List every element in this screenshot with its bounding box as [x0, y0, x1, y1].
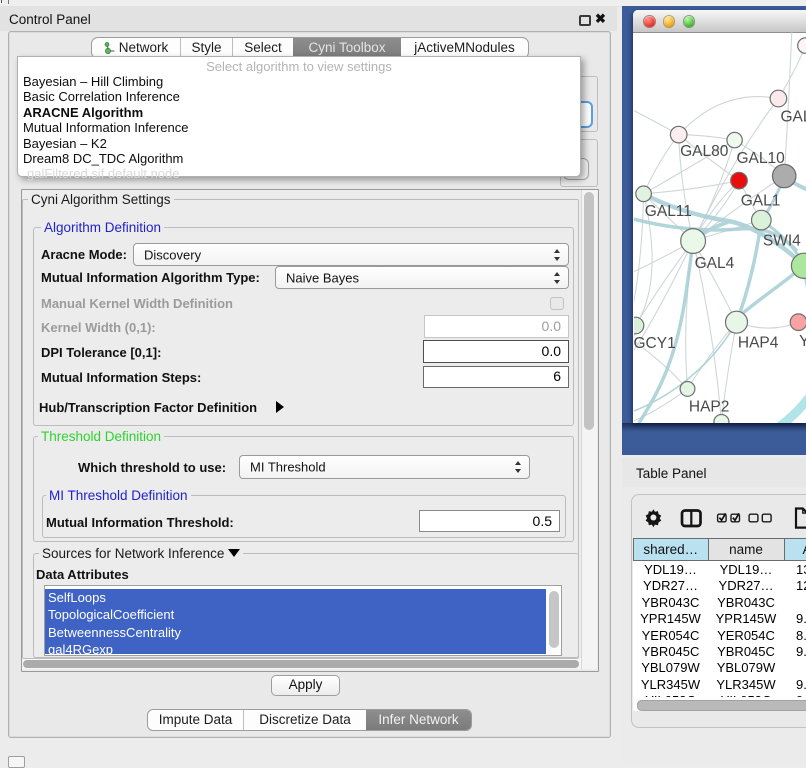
svg-text:GAL8: GAL8: [780, 108, 806, 125]
svg-text:SWI4: SWI4: [762, 232, 800, 249]
svg-text:HAP2: HAP2: [688, 398, 729, 415]
svg-text:GAL80: GAL80: [680, 143, 729, 160]
svg-text:GAL10: GAL10: [736, 150, 785, 167]
svg-text:GAL4: GAL4: [694, 255, 734, 272]
svg-text:HAP4: HAP4: [737, 334, 778, 351]
svg-text:Y: Y: [799, 333, 806, 350]
svg-text:GAL1: GAL1: [740, 192, 780, 209]
svg-text:GAL11: GAL11: [644, 203, 691, 220]
svg-text:GCY1: GCY1: [634, 335, 676, 352]
